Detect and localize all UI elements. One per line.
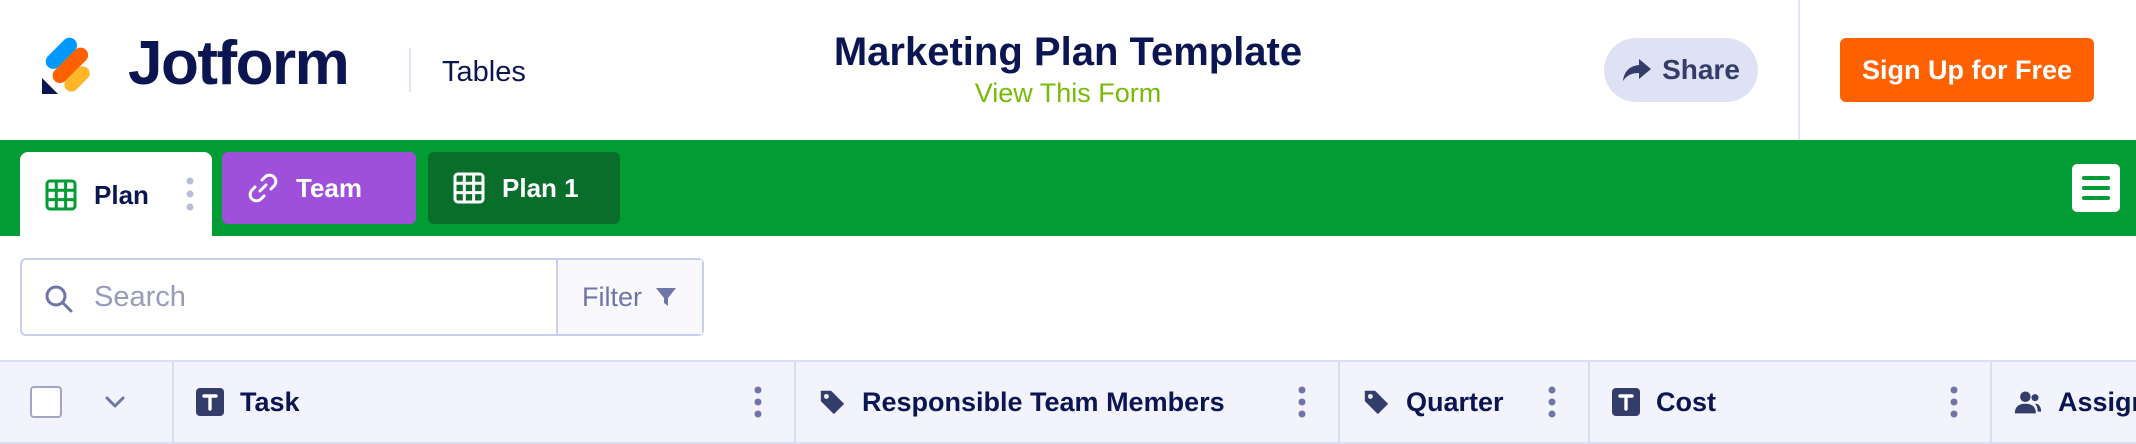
text-type-icon xyxy=(1612,388,1640,416)
sign-up-label: Sign Up for Free xyxy=(1861,54,2072,85)
grid-icon xyxy=(452,171,486,205)
tag-icon xyxy=(1362,388,1390,416)
jotform-logo-icon[interactable] xyxy=(40,32,102,94)
grid-icon xyxy=(44,178,78,212)
tab-plan-1[interactable]: Plan 1 xyxy=(428,152,620,224)
column-label: Assign xyxy=(2058,386,2136,417)
search-input[interactable] xyxy=(94,272,534,322)
column-options-icon[interactable] xyxy=(1950,386,1958,418)
column-options-icon[interactable] xyxy=(1548,386,1556,418)
share-arrow-icon xyxy=(1623,59,1652,81)
filter-funnel-icon xyxy=(656,288,676,306)
column-header-task[interactable]: Task xyxy=(174,362,796,442)
search-icon xyxy=(45,285,73,313)
tab-team[interactable]: Team xyxy=(222,152,416,224)
view-form-link[interactable]: View This Form xyxy=(918,76,1218,110)
column-options-icon[interactable] xyxy=(754,386,762,418)
column-label: Cost xyxy=(1656,386,1716,417)
menu-bar xyxy=(2082,186,2110,190)
column-header-cost[interactable]: Cost xyxy=(1590,362,1992,442)
sign-up-button[interactable]: Sign Up for Free xyxy=(1840,38,2094,102)
app-name: Tables xyxy=(442,56,526,88)
form-title: Marketing Plan Template xyxy=(833,30,1303,74)
column-options-icon[interactable] xyxy=(1298,386,1306,418)
select-all-checkbox[interactable] xyxy=(30,386,62,418)
link-icon xyxy=(246,171,280,205)
tag-icon xyxy=(818,388,846,416)
tab-options-icon[interactable] xyxy=(186,176,194,212)
column-header-assign[interactable]: Assign xyxy=(1992,362,2136,442)
table-header: Task Responsible Team Members Quarter Co… xyxy=(0,360,2136,444)
tab-plan[interactable]: Plan xyxy=(20,152,212,238)
menu-bar xyxy=(2082,176,2110,180)
top-header: Jotform Tables Marketing Plan Template V… xyxy=(0,0,2136,140)
filter-button[interactable]: Filter xyxy=(556,260,702,334)
column-header-quarter[interactable]: Quarter xyxy=(1340,362,1590,442)
tab-team-label: Team xyxy=(296,172,362,203)
menu-bar xyxy=(2082,196,2110,200)
header-right-divider xyxy=(1798,0,1800,140)
select-column-header xyxy=(0,362,174,442)
filter-label: Filter xyxy=(582,281,642,312)
table-tabs-bar: Plan Team Plan 1 xyxy=(0,140,2136,238)
column-label: Responsible Team Members xyxy=(862,386,1225,417)
search-filter-group: Filter xyxy=(20,258,704,336)
share-label: Share xyxy=(1662,54,1740,85)
tab-plan-1-label: Plan 1 xyxy=(502,172,579,203)
tab-plan-label: Plan xyxy=(94,179,149,210)
column-header-responsible-team-members[interactable]: Responsible Team Members xyxy=(796,362,1340,442)
users-icon xyxy=(2014,388,2042,416)
text-type-icon xyxy=(196,388,224,416)
header-divider xyxy=(409,48,411,92)
share-button[interactable]: Share xyxy=(1604,38,1758,102)
search-box xyxy=(22,260,556,334)
hamburger-menu-icon[interactable] xyxy=(2072,164,2120,212)
brand-name[interactable]: Jotform xyxy=(128,28,350,100)
chevron-down-icon[interactable] xyxy=(102,389,128,415)
column-label: Task xyxy=(240,386,300,417)
column-label: Quarter xyxy=(1406,386,1504,417)
